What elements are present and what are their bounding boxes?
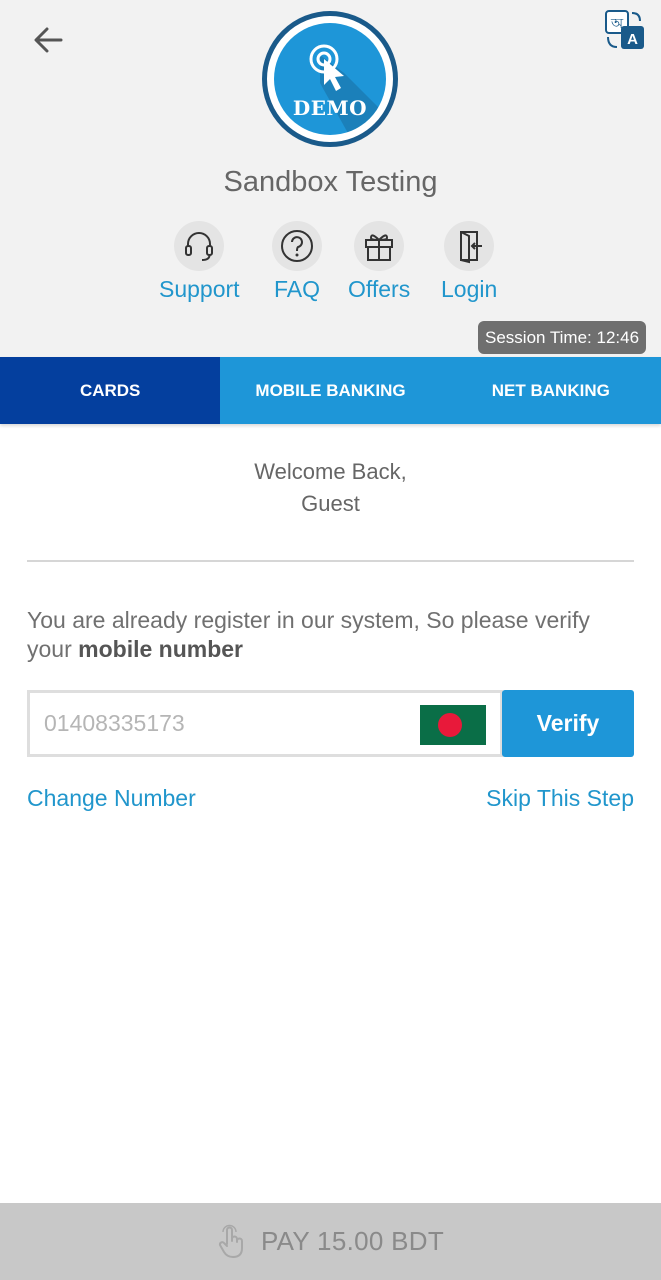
- divider: [27, 560, 634, 562]
- support-label: Support: [159, 276, 240, 302]
- welcome-message: Welcome Back, Guest: [0, 456, 661, 520]
- headset-icon: [185, 232, 214, 261]
- login-link[interactable]: Login: [441, 221, 497, 303]
- question-icon: [281, 230, 313, 262]
- offers-link[interactable]: Offers: [348, 221, 410, 303]
- verify-instruction-emphasis: mobile number: [78, 636, 243, 662]
- flag-red-disc: [438, 713, 462, 737]
- svg-text:A: A: [627, 31, 638, 48]
- faq-icon-wrap: [272, 221, 322, 271]
- merchant-name: Sandbox Testing: [223, 166, 438, 198]
- login-icon-wrap: [444, 221, 495, 271]
- guest-name: Guest: [301, 491, 360, 516]
- merchant-logo: DEMO: [262, 11, 398, 147]
- offers-label: Offers: [348, 276, 411, 302]
- payment-method-tabs: CARDS MOBILE BANKING NET BANKING: [0, 357, 661, 424]
- change-number-link[interactable]: Change Number: [27, 785, 196, 812]
- tab-mobile-banking[interactable]: MOBILE BANKING: [220, 357, 440, 424]
- language-toggle-button[interactable]: অ A: [604, 9, 646, 51]
- translate-icon: অ A: [605, 10, 644, 49]
- tab-cards[interactable]: CARDS: [0, 357, 221, 424]
- mobile-number-input[interactable]: [30, 693, 410, 754]
- logo-text: DEMO: [292, 96, 368, 120]
- welcome-line: Welcome Back,: [254, 459, 407, 484]
- login-label: Login: [441, 276, 498, 302]
- phone-field-wrapper: [27, 690, 503, 757]
- skip-step-link[interactable]: Skip This Step: [486, 785, 634, 812]
- bangladesh-flag-icon: [420, 705, 486, 745]
- session-timer-badge: Session Time: 12:46: [478, 321, 647, 354]
- arrow-left-icon: [34, 27, 63, 53]
- back-button[interactable]: [26, 20, 70, 60]
- verify-instruction: You are already register in our system, …: [27, 606, 637, 664]
- support-icon-wrap: [174, 221, 225, 271]
- support-link[interactable]: Support: [159, 221, 240, 303]
- hand-pointer-icon: [218, 1224, 243, 1258]
- faq-link[interactable]: FAQ: [272, 221, 322, 303]
- gift-icon: [365, 234, 394, 261]
- faq-label: FAQ: [273, 276, 320, 302]
- pay-label: PAY 15.00 BDT: [260, 1226, 445, 1256]
- login-door-icon: [460, 231, 483, 264]
- tab-net-banking[interactable]: NET BANKING: [441, 357, 661, 424]
- verify-button[interactable]: Verify: [502, 690, 634, 757]
- demo-logo-badge: DEMO: [274, 23, 386, 135]
- offers-icon-wrap: [354, 221, 405, 271]
- header: অ A DEMO Sandbox Testing Support FAQ Off…: [0, 0, 661, 357]
- pay-button[interactable]: PAY 15.00 BDT: [0, 1203, 661, 1280]
